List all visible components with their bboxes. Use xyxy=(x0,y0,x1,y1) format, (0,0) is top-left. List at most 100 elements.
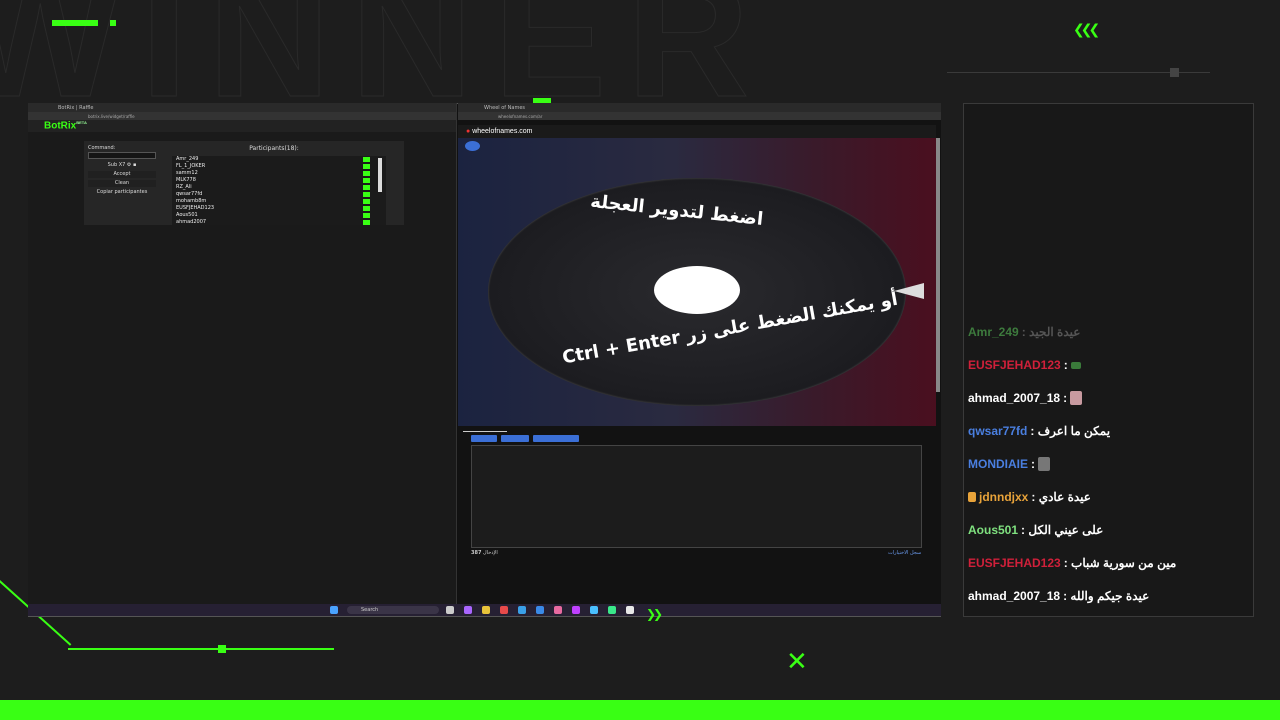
scrollbar[interactable] xyxy=(378,158,382,192)
wheel-brand[interactable]: ● wheelofnames.com xyxy=(466,128,533,135)
edit-icon[interactable] xyxy=(465,141,480,151)
accent-bar xyxy=(52,20,98,26)
app-icon[interactable] xyxy=(464,606,472,614)
address-bar[interactable]: wheelofnames.com/ar xyxy=(458,112,941,120)
badge-icon xyxy=(968,492,976,502)
botrix-header: BotRixBETA xyxy=(28,120,456,132)
check-icon[interactable] xyxy=(363,220,370,225)
browser-tab-bar: Wheel of Names xyxy=(458,103,941,112)
frame-node xyxy=(1170,68,1179,77)
chat-message: Aous501: على عيني الكل xyxy=(968,523,1103,537)
browser-tab[interactable]: BotRix | Raffle xyxy=(34,105,93,111)
list-item[interactable]: FL_1_JOKER xyxy=(172,163,386,170)
chat-username: ahmad_2007_18 xyxy=(968,589,1061,603)
shuffle-button[interactable] xyxy=(471,435,497,442)
chrome-icon[interactable] xyxy=(626,606,634,614)
accent-dot xyxy=(110,20,116,26)
chat-username: jdnndjxx xyxy=(979,490,1029,504)
wheel-hub[interactable] xyxy=(654,266,740,314)
chevron-right-icon: ❯❯ xyxy=(646,607,663,621)
list-item[interactable]: qwsar77fd xyxy=(172,191,386,198)
participants-list: Amr_249 FL_1_JOKER samm12 MLK778 RZ_Ali … xyxy=(172,156,386,225)
chat-message: jdnndjxx: عيدة عادي xyxy=(968,490,1091,504)
list-item[interactable]: samm12 xyxy=(172,170,386,177)
list-item[interactable]: MLK778 xyxy=(172,177,386,184)
chat-username: MONDIAIE xyxy=(968,457,1028,471)
list-item[interactable]: ahmad2007 xyxy=(172,219,386,225)
address-bar[interactable]: botrix.live/widget/raffle xyxy=(28,112,456,120)
accept-button[interactable]: Accept xyxy=(88,171,156,178)
tab-entries[interactable] xyxy=(463,424,507,432)
browser-tab[interactable]: Wheel of Names xyxy=(464,105,525,111)
chat-username: EUSFJEHAD123 xyxy=(968,556,1061,570)
url-text: botrix.live/widget/raffle xyxy=(88,113,135,119)
check-icon[interactable] xyxy=(363,171,370,176)
list-item[interactable]: EUSFJEHAD123 xyxy=(172,205,386,212)
check-icon[interactable] xyxy=(363,199,370,204)
check-icon[interactable] xyxy=(363,178,370,183)
chat-text: : على عيني الكل xyxy=(1021,523,1104,537)
emote-icon xyxy=(1070,391,1083,405)
wheel-toolbar: ● wheelofnames.com xyxy=(458,125,936,138)
add-image-button[interactable] xyxy=(533,435,579,442)
url-text: wheelofnames.com/ar xyxy=(498,113,543,119)
emote-icon xyxy=(1038,457,1050,471)
entries-toolbar xyxy=(471,435,579,442)
history-link[interactable]: سجل الاختيارات xyxy=(888,550,921,556)
chat-message: MONDIAIE: xyxy=(968,457,1050,471)
list-item[interactable]: Amr_249 xyxy=(172,156,386,163)
app-icon[interactable] xyxy=(554,606,562,614)
app-icon[interactable] xyxy=(572,606,580,614)
chat-username: qwsar77fd xyxy=(968,424,1028,438)
chat-username: Amr_249 xyxy=(968,325,1019,339)
botrix-logo: BotRixBETA xyxy=(44,120,87,132)
close-x-icon: ✕ xyxy=(786,647,808,677)
list-item[interactable]: RZ_Ali xyxy=(172,184,386,191)
check-icon[interactable] xyxy=(363,164,370,169)
taskview-icon[interactable] xyxy=(446,606,454,614)
start-icon[interactable] xyxy=(330,606,338,614)
app-icon[interactable] xyxy=(536,606,544,614)
browser-tab-bar: BotRix | Raffle xyxy=(28,103,456,112)
chat-text: : عيدة عادي xyxy=(1031,490,1091,504)
chat-text: : xyxy=(1063,358,1068,372)
chevron-left-icon: ❮❮❮ xyxy=(1073,22,1100,38)
sort-button[interactable] xyxy=(501,435,529,442)
chat-message: Amr_249: عيدة الجيد xyxy=(968,325,1080,339)
stream-overlay: WINNER ❮❮❮ BotRix | Raffle botrix.live/w… xyxy=(0,0,1280,720)
check-icon[interactable] xyxy=(363,213,370,218)
entries-textarea[interactable] xyxy=(471,445,922,548)
check-icon[interactable] xyxy=(363,157,370,162)
botrix-window: BotRix | Raffle botrix.live/widget/raffl… xyxy=(28,103,457,607)
sub-toggle[interactable]: Sub X7 ⚙ ▪ xyxy=(88,162,156,169)
raffle-panel: Command: Sub X7 ⚙ ▪ Accept Clean Copiar … xyxy=(84,141,404,225)
scrollbar[interactable] xyxy=(936,138,940,392)
chat-message: qwsar77fd: يمكن ما اعرف xyxy=(968,424,1110,438)
taskbar-search[interactable]: Search xyxy=(347,606,439,614)
copy-participants-button[interactable]: Copiar participantes xyxy=(88,189,156,196)
app-icon[interactable] xyxy=(500,606,508,614)
chat-text: : مين من سورية شباب xyxy=(1063,556,1177,570)
edge-icon[interactable] xyxy=(518,606,526,614)
folder-icon[interactable] xyxy=(482,606,490,614)
bottom-accent-bar xyxy=(0,700,1280,720)
app-icon[interactable] xyxy=(608,606,616,614)
chat-text: : عيدة جيكم والله xyxy=(1063,589,1150,603)
clean-button[interactable]: Clean xyxy=(88,180,156,187)
chat-message: EUSFJEHAD123: xyxy=(968,358,1081,372)
chat-text: : عيدة الجيد xyxy=(1021,325,1081,339)
app-icon[interactable] xyxy=(590,606,598,614)
accent-line xyxy=(68,648,334,650)
check-icon[interactable] xyxy=(363,192,370,197)
list-item[interactable]: mohamb8m xyxy=(172,198,386,205)
chat-username: ahmad_2007_18 xyxy=(968,391,1061,405)
entries-tabs xyxy=(463,424,933,432)
accent-node xyxy=(218,645,226,653)
check-icon[interactable] xyxy=(363,185,370,190)
tab-results[interactable] xyxy=(511,424,541,432)
list-item[interactable]: Aous501 xyxy=(172,212,386,219)
chat-text: : يمكن ما اعرف xyxy=(1030,424,1111,438)
chat-text: : xyxy=(1063,391,1068,405)
command-input[interactable] xyxy=(88,152,156,159)
check-icon[interactable] xyxy=(363,206,370,211)
